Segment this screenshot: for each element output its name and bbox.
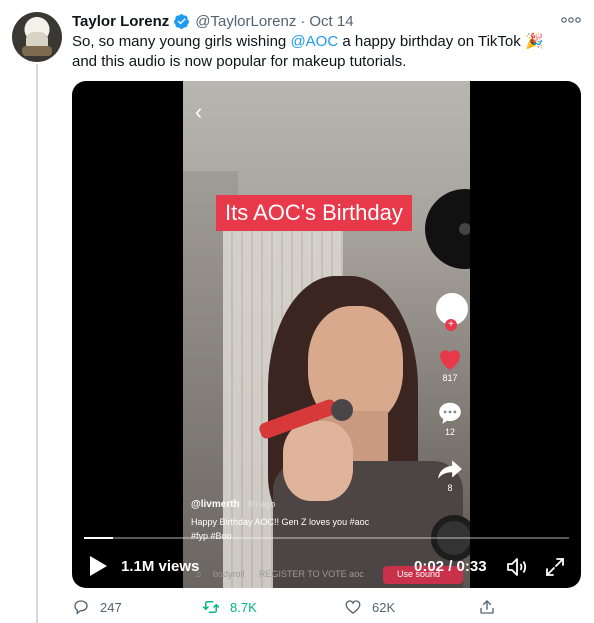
avatar-detail — [22, 46, 52, 56]
back-chevron-icon: ‹ — [195, 99, 203, 124]
tt-comment-count: 12 — [444, 427, 455, 437]
video-player[interactable]: ‹ Its AOC's Birthday + 817 12 8 @livmert… — [72, 81, 581, 588]
tweet-text-part: So, so many young girls wishing — [72, 33, 291, 50]
tt-caption: Happy Birthday AOC!! Gen Z loves you #ao… — [191, 517, 370, 527]
more-options-icon[interactable] — [560, 14, 582, 26]
vinyl-record — [425, 189, 470, 269]
fullscreen-icon[interactable] — [543, 555, 567, 579]
person-hand — [283, 421, 353, 501]
tweet-header: Taylor Lorenz @TaylorLorenz · Oct 14 — [72, 11, 354, 31]
author-handle[interactable]: @TaylorLorenz — [195, 13, 296, 30]
follow-plus-icon: + — [445, 319, 457, 331]
reply-icon — [74, 600, 88, 615]
view-count: 1.1M views — [121, 558, 200, 575]
tt-sound-label: bodyroll — [213, 569, 245, 579]
tt-username: @livmerth — [191, 499, 240, 510]
retweet-icon — [202, 601, 220, 613]
verified-badge-icon — [174, 13, 190, 29]
video-progress-bar[interactable] — [84, 537, 569, 539]
retweet-button[interactable]: 8.7K — [202, 598, 257, 616]
tweet-actions: 247 8.7K 62K — [72, 598, 572, 620]
tt-like-count: 817 — [442, 373, 458, 383]
like-count: 62K — [372, 599, 396, 615]
share-icon — [480, 600, 494, 614]
tt-share: 8 — [435, 457, 465, 493]
reply-button[interactable]: 247 — [72, 598, 122, 616]
tt-username-line: @livmerth · 8h ago — [191, 499, 275, 510]
tt-hashtags: #fyp #Boo — [191, 531, 232, 541]
makeup-brush-tip — [331, 399, 353, 421]
tt-share-count: 8 — [447, 483, 453, 493]
tweet-date[interactable]: Oct 14 — [309, 13, 353, 30]
tt-posted: · 8h ago — [242, 499, 276, 509]
tt-register-link: REGISTER TO VOTE aoc — [259, 569, 364, 579]
thread-line — [36, 64, 38, 623]
video-progress-fill — [84, 537, 114, 539]
volume-icon[interactable] — [505, 555, 529, 579]
retweet-count: 8.7K — [230, 599, 257, 615]
video-banner: Its AOC's Birthday — [216, 195, 412, 231]
play-icon[interactable] — [88, 555, 108, 577]
like-button[interactable]: 62K — [344, 598, 395, 616]
tt-like: 817 — [435, 347, 465, 383]
separator: · — [300, 12, 306, 30]
tt-comment: 12 — [435, 401, 465, 437]
reply-count: 247 — [100, 599, 122, 615]
video-time: 0:02 / 0:33 — [414, 558, 487, 575]
heart-icon — [440, 350, 460, 370]
video-frame[interactable]: ‹ Its AOC's Birthday + 817 12 8 @livmert… — [183, 81, 470, 588]
author-name[interactable]: Taylor Lorenz — [72, 13, 169, 30]
mention-link[interactable]: @AOC — [290, 33, 338, 50]
share-button[interactable] — [478, 598, 506, 616]
tweet-text: So, so many young girls wishing @AOC a h… — [72, 32, 572, 72]
share-arrow-icon — [438, 460, 462, 479]
avatar[interactable] — [12, 12, 62, 62]
comment-bubble-icon — [439, 402, 461, 424]
heart-icon — [345, 600, 361, 614]
